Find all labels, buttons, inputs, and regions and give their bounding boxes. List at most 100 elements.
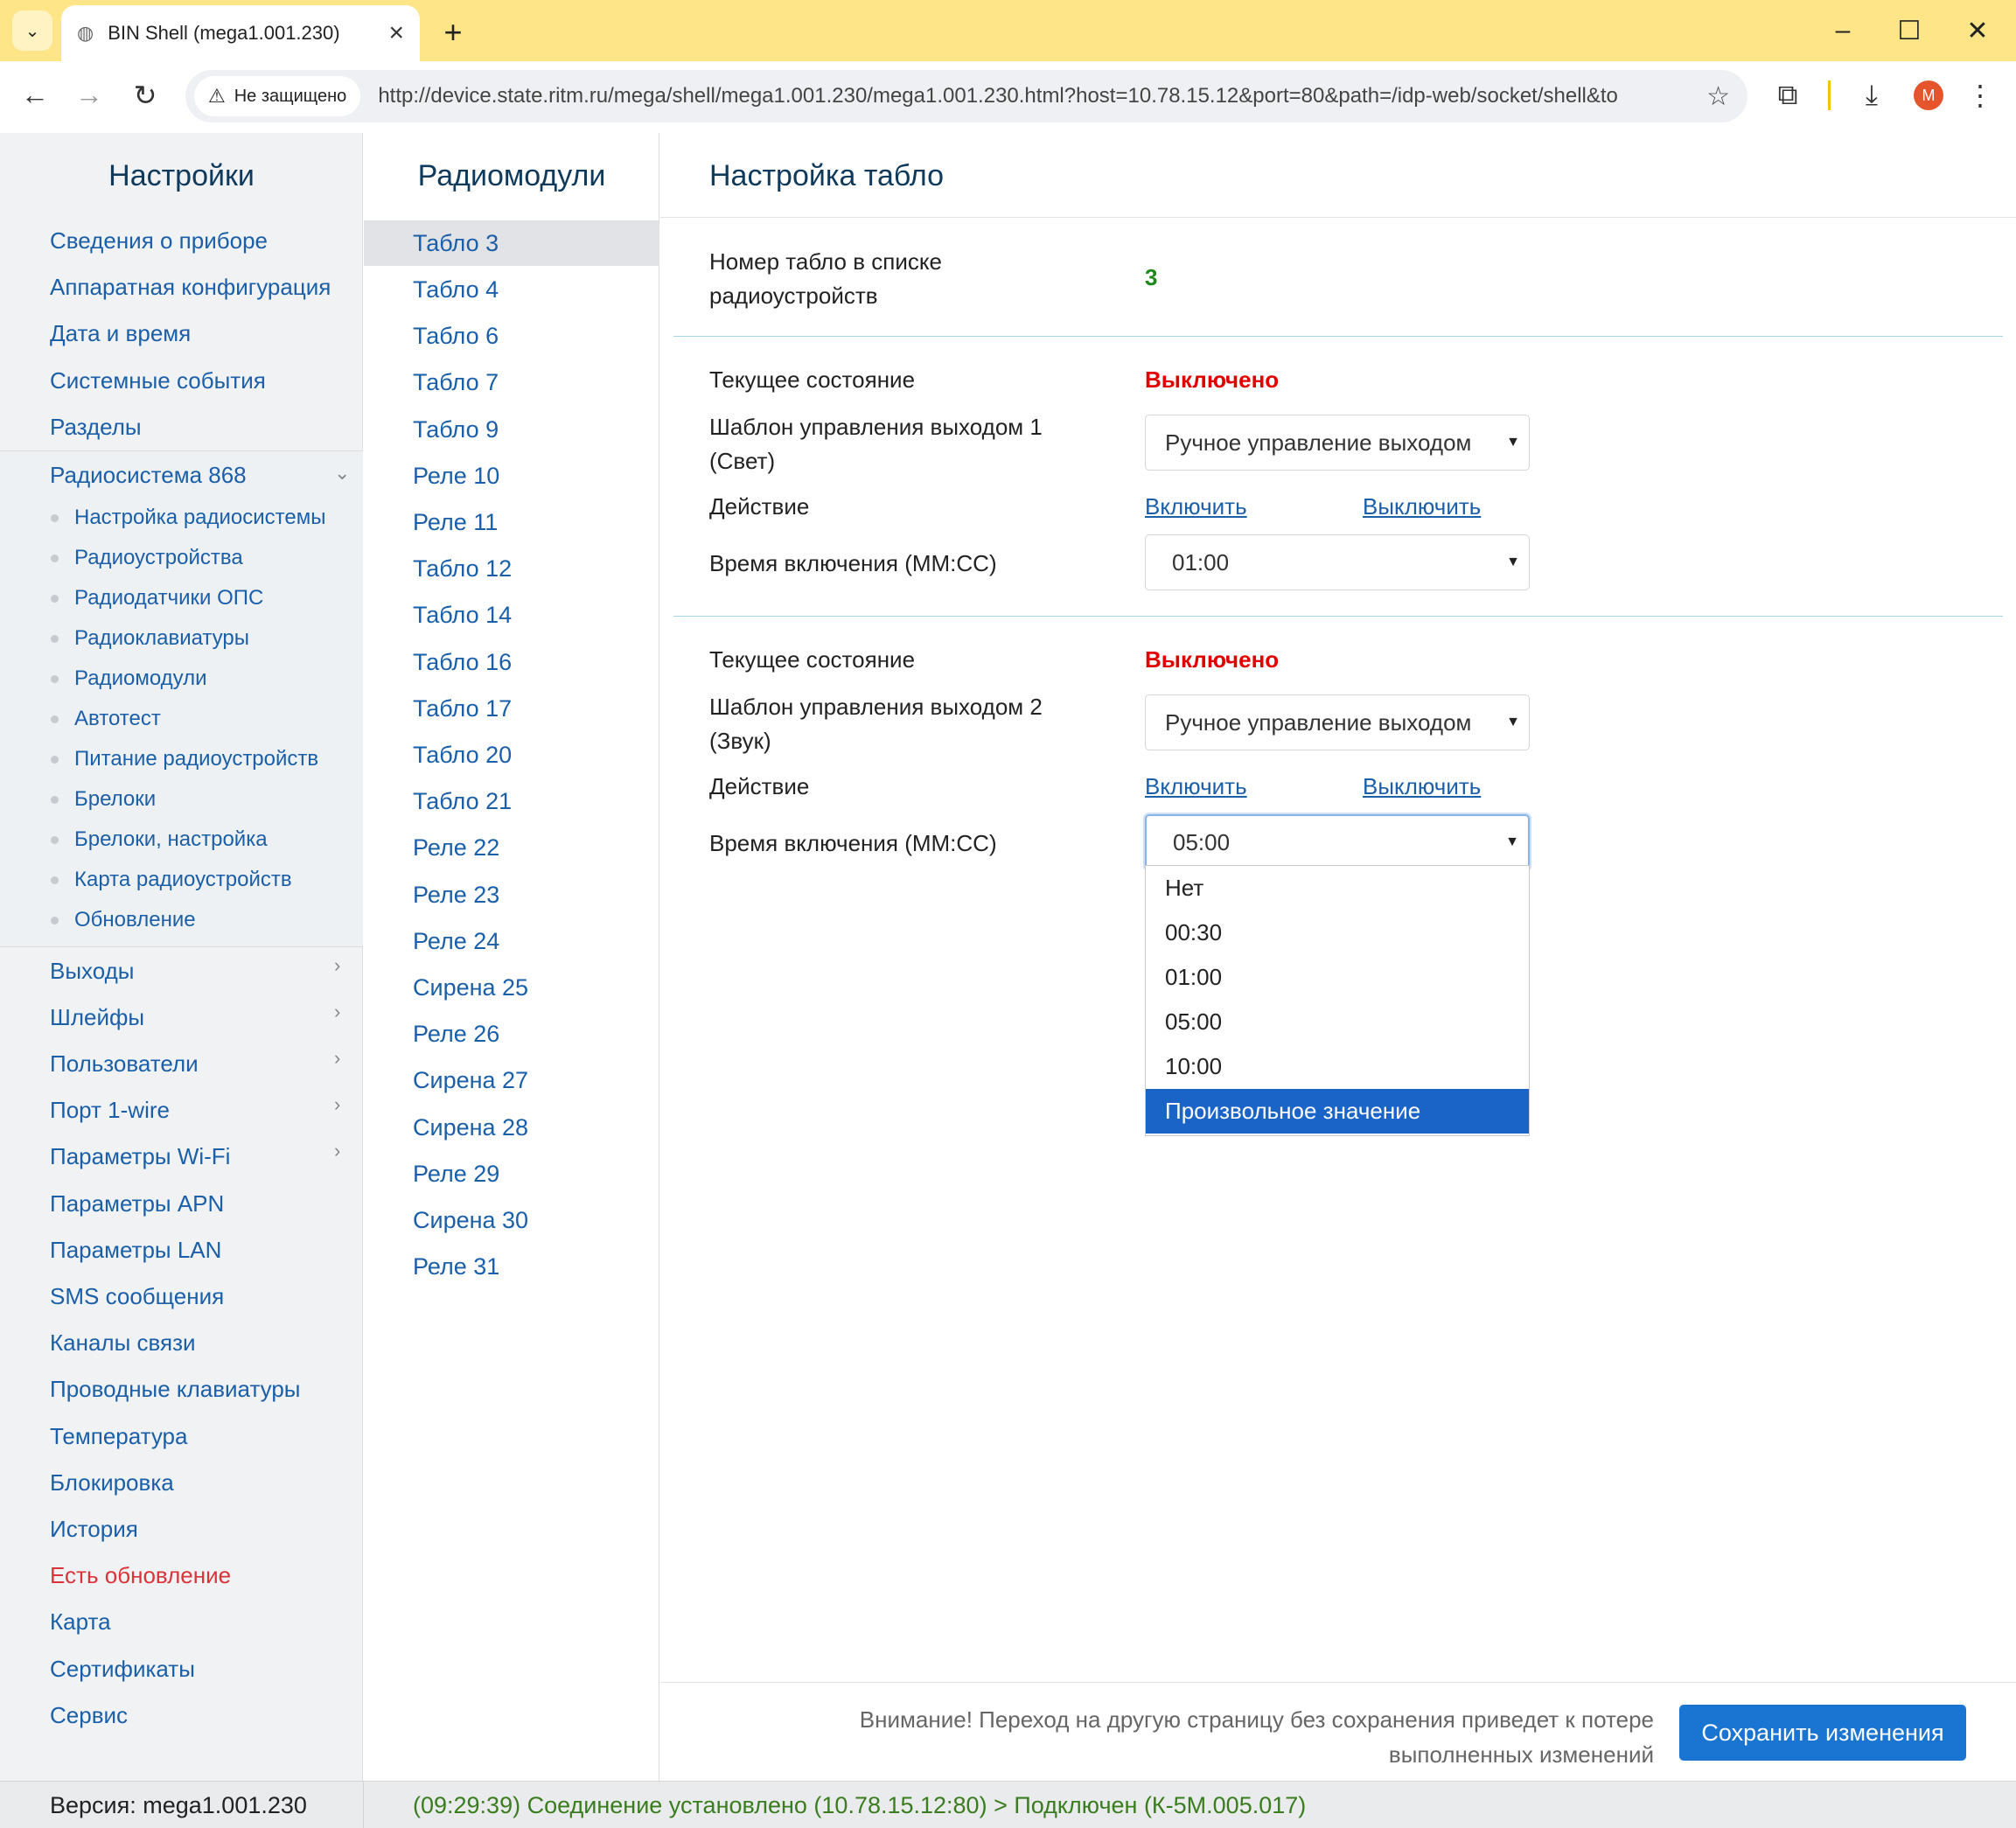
sidebar-subitem[interactable]: Автотест: [74, 707, 161, 731]
list-item-selected[interactable]: Табло 3: [364, 220, 659, 266]
sidebar-item[interactable]: Сертификаты: [50, 1656, 195, 1683]
list-item[interactable]: Табло 6: [364, 313, 659, 359]
save-button[interactable]: Сохранить изменения: [1679, 1705, 1966, 1761]
sidebar-item[interactable]: История: [50, 1516, 138, 1543]
tab-title: BIN Shell (mega1.001.230): [108, 22, 340, 44]
sidebar-subitem[interactable]: Брелоки, настройка: [74, 827, 268, 852]
chevron-right-icon[interactable]: ›: [334, 1047, 340, 1070]
sidebar-item-loops[interactable]: Шлейфы: [50, 1004, 144, 1031]
sidebar-item[interactable]: Дата и время: [50, 320, 191, 347]
close-tab-icon[interactable]: ×: [388, 18, 404, 48]
sidebar-subitem[interactable]: Карта радиоустройств: [74, 868, 292, 892]
list-item[interactable]: Табло 17: [364, 686, 659, 731]
browser-tab[interactable]: ◍ BIN Shell (mega1.001.230) ×: [61, 5, 420, 61]
sidebar-subitem[interactable]: Радиомодули: [74, 666, 207, 691]
template-select-1[interactable]: Ручное управление выходом ▼: [1145, 415, 1530, 471]
star-icon[interactable]: ☆: [1706, 81, 1730, 112]
sidebar-item[interactable]: Блокировка: [50, 1469, 174, 1497]
turn-off-link[interactable]: Выключить: [1363, 773, 1481, 800]
sidebar-item-outputs[interactable]: Выходы: [50, 958, 134, 985]
list-item[interactable]: Реле 31: [364, 1244, 659, 1289]
extensions-icon[interactable]: ⧉: [1768, 79, 1807, 112]
sidebar-item[interactable]: Температура: [50, 1423, 187, 1450]
list-item[interactable]: Сирена 30: [364, 1197, 659, 1243]
sidebar-subitem[interactable]: Радиоклавиатуры: [74, 626, 249, 651]
forward-icon[interactable]: →: [70, 79, 108, 111]
list-item[interactable]: Табло 14: [364, 592, 659, 638]
sidebar-subitem[interactable]: Питание радиоустройств: [74, 747, 318, 771]
chevron-right-icon[interactable]: ›: [334, 1140, 340, 1162]
new-tab-button[interactable]: +: [436, 14, 471, 51]
list-item[interactable]: Табло 7: [364, 359, 659, 405]
sidebar-item[interactable]: Параметры LAN: [50, 1237, 221, 1264]
url-text[interactable]: http://device.state.ritm.ru/mega/shell/m…: [378, 84, 1620, 108]
sidebar-subitem[interactable]: Брелоки: [74, 787, 156, 812]
sidebar-subitem[interactable]: Радиодатчики ОПС: [74, 586, 263, 610]
list-item[interactable]: Сирена 28: [364, 1105, 659, 1150]
chevron-right-icon[interactable]: ›: [334, 954, 340, 977]
state-label: Текущее состояние: [709, 646, 916, 673]
sidebar-item[interactable]: SMS сообщения: [50, 1283, 224, 1310]
list-item[interactable]: Реле 10: [364, 453, 659, 499]
dropdown-option[interactable]: 00:30: [1146, 911, 1529, 955]
menu-icon[interactable]: ⋮: [1961, 79, 1999, 112]
turn-off-link[interactable]: Выключить: [1363, 493, 1481, 520]
chevron-right-icon[interactable]: ›: [334, 1093, 340, 1116]
list-item[interactable]: Реле 26: [364, 1011, 659, 1057]
list-item[interactable]: Табло 20: [364, 732, 659, 778]
template-select-2[interactable]: Ручное управление выходом ▼: [1145, 694, 1530, 750]
list-item[interactable]: Реле 22: [364, 825, 659, 870]
time-select-2[interactable]: 05:00 ▼: [1145, 814, 1530, 870]
list-item[interactable]: Табло 4: [364, 267, 659, 312]
back-icon[interactable]: ←: [16, 79, 54, 111]
sidebar-subitem[interactable]: Обновление: [74, 908, 196, 932]
sidebar-subitem[interactable]: Настройка радиосистемы: [74, 506, 326, 530]
reload-icon[interactable]: ↻: [126, 79, 164, 112]
sidebar-item[interactable]: Аппаратная конфигурация: [50, 274, 331, 301]
list-item[interactable]: Табло 9: [364, 407, 659, 452]
list-item[interactable]: Сирена 25: [364, 965, 659, 1010]
template-select-value: Ручное управление выходом: [1165, 708, 1472, 736]
list-item[interactable]: Реле 29: [364, 1151, 659, 1197]
sidebar-item-wifi[interactable]: Параметры Wi-Fi: [50, 1143, 230, 1170]
list-item[interactable]: Сирена 27: [364, 1057, 659, 1103]
dropdown-option[interactable]: 05:00: [1146, 1000, 1529, 1044]
sidebar-item[interactable]: Параметры APN: [50, 1190, 224, 1218]
chevron-down-icon[interactable]: ⌄: [334, 462, 350, 485]
dropdown-option[interactable]: 01:00: [1146, 955, 1529, 1000]
sidebar-item[interactable]: Системные события: [50, 367, 266, 394]
list-item[interactable]: Табло 12: [364, 546, 659, 591]
address-bar[interactable]: ⚠ Не защищено http://device.state.ritm.r…: [185, 70, 1747, 122]
sidebar-item[interactable]: Разделы: [50, 414, 142, 441]
sidebar-item-1wire[interactable]: Порт 1-wire: [50, 1097, 170, 1124]
list-item[interactable]: Реле 11: [364, 499, 659, 545]
list-item[interactable]: Табло 21: [364, 778, 659, 824]
sidebar-item[interactable]: Карта: [50, 1608, 111, 1636]
profile-avatar[interactable]: M: [1914, 80, 1943, 110]
time-select-1[interactable]: 01:00 ▼: [1145, 534, 1530, 590]
sidebar-item-radiosystem[interactable]: Радиосистема 868: [50, 462, 247, 489]
close-window-icon[interactable]: ✕: [1956, 16, 1999, 46]
turn-on-link[interactable]: Включить: [1145, 493, 1247, 520]
sidebar-subitem[interactable]: Радиоустройства: [74, 546, 243, 570]
sidebar-item[interactable]: Проводные клавиатуры: [50, 1376, 301, 1403]
tab-search-button[interactable]: ⌄: [12, 10, 52, 51]
dropdown-option[interactable]: Нет: [1146, 866, 1529, 911]
list-item[interactable]: Реле 23: [364, 872, 659, 917]
maximize-icon[interactable]: ☐: [1887, 16, 1931, 46]
minimize-icon[interactable]: –: [1821, 16, 1865, 45]
sidebar-item-users[interactable]: Пользователи: [50, 1050, 199, 1078]
turn-on-link[interactable]: Включить: [1145, 773, 1247, 800]
sidebar-item[interactable]: Каналы связи: [50, 1329, 196, 1357]
list-item[interactable]: Реле 24: [364, 918, 659, 964]
chevron-right-icon[interactable]: ›: [334, 1001, 340, 1023]
dropdown-option-highlighted[interactable]: Произвольное значение: [1146, 1089, 1529, 1134]
sidebar-item[interactable]: Сервис: [50, 1702, 128, 1729]
list-item[interactable]: Табло 16: [364, 639, 659, 685]
dropdown-option[interactable]: 10:00: [1146, 1044, 1529, 1089]
download-icon[interactable]: ⤓: [1852, 79, 1891, 112]
time-label: Время включения (ММ:СС): [709, 830, 997, 856]
sidebar-item[interactable]: Сведения о приборе: [50, 227, 268, 255]
sidebar-item-update[interactable]: Есть обновление: [50, 1562, 231, 1589]
security-chip[interactable]: ⚠ Не защищено: [194, 76, 361, 116]
